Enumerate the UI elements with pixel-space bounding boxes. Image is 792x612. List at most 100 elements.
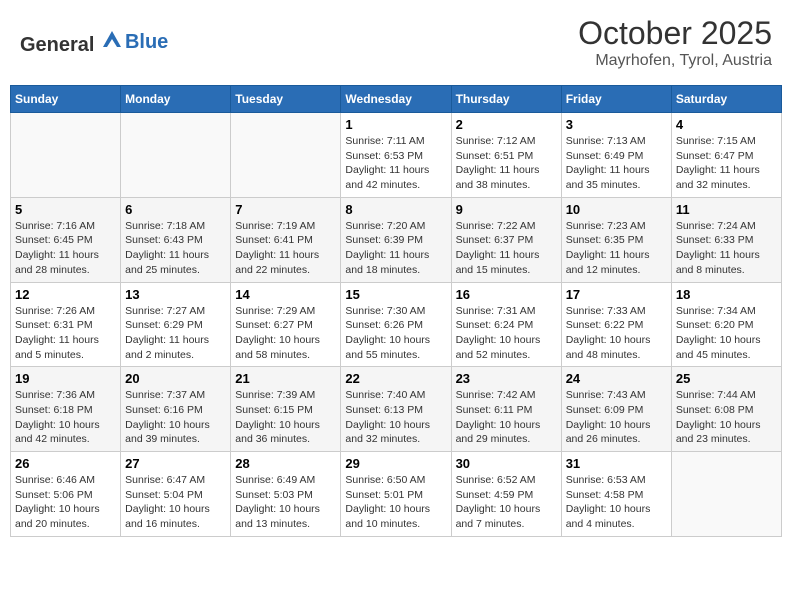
day-number: 14 xyxy=(235,287,336,302)
weekday-header-saturday: Saturday xyxy=(671,86,781,113)
day-info: Sunrise: 7:15 AMSunset: 6:47 PMDaylight:… xyxy=(676,134,777,193)
day-number: 1 xyxy=(345,117,446,132)
day-info: Sunrise: 7:22 AMSunset: 6:37 PMDaylight:… xyxy=(456,219,557,278)
day-info: Sunrise: 6:46 AMSunset: 5:06 PMDaylight:… xyxy=(15,473,116,532)
day-number: 8 xyxy=(345,202,446,217)
day-info: Sunrise: 7:19 AMSunset: 6:41 PMDaylight:… xyxy=(235,219,336,278)
calendar-cell: 6 Sunrise: 7:18 AMSunset: 6:43 PMDaylight… xyxy=(121,197,231,282)
weekday-header-sunday: Sunday xyxy=(11,86,121,113)
day-info: Sunrise: 7:20 AMSunset: 6:39 PMDaylight:… xyxy=(345,219,446,278)
calendar-cell: 1 Sunrise: 7:11 AMSunset: 6:53 PMDaylight… xyxy=(341,113,451,198)
day-number: 22 xyxy=(345,371,446,386)
day-number: 19 xyxy=(15,371,116,386)
day-info: Sunrise: 6:52 AMSunset: 4:59 PMDaylight:… xyxy=(456,473,557,532)
day-info: Sunrise: 7:26 AMSunset: 6:31 PMDaylight:… xyxy=(15,304,116,363)
day-number: 7 xyxy=(235,202,336,217)
day-number: 10 xyxy=(566,202,667,217)
day-number: 24 xyxy=(566,371,667,386)
day-number: 12 xyxy=(15,287,116,302)
calendar-cell: 24Sunrise: 7:43 AMSunset: 6:09 PMDayligh… xyxy=(561,367,671,452)
day-info: Sunrise: 7:33 AMSunset: 6:22 PMDaylight:… xyxy=(566,304,667,363)
calendar-week-row: 5Sunrise: 7:16 AMSunset: 6:45 PMDaylight… xyxy=(11,197,782,282)
calendar-week-row: 12 Sunrise: 7:26 AMSunset: 6:31 PMDayligh… xyxy=(11,282,782,367)
day-info: Sunrise: 6:47 AMSunset: 5:04 PMDaylight:… xyxy=(125,473,226,532)
calendar-cell: 11 Sunrise: 7:24 AMSunset: 6:33 PMDayligh… xyxy=(671,197,781,282)
day-info: Sunrise: 6:53 AMSunset: 4:58 PMDaylight:… xyxy=(566,473,667,532)
location-title: Mayrhofen, Tyrol, Austria xyxy=(578,52,772,70)
day-info: Sunrise: 7:37 AMSunset: 6:16 PMDaylight:… xyxy=(125,388,226,447)
day-info: Sunrise: 7:44 AMSunset: 6:08 PMDaylight:… xyxy=(676,388,777,447)
calendar-cell: 27 Sunrise: 6:47 AMSunset: 5:04 PMDayligh… xyxy=(121,452,231,537)
day-number: 9 xyxy=(456,202,557,217)
day-info: Sunrise: 7:12 AMSunset: 6:51 PMDaylight:… xyxy=(456,134,557,193)
calendar-cell xyxy=(671,452,781,537)
weekday-header-row: SundayMondayTuesdayWednesdayThursdayFrid… xyxy=(11,86,782,113)
day-info: Sunrise: 7:11 AMSunset: 6:53 PMDaylight:… xyxy=(345,134,446,193)
logo-text: General xyxy=(20,29,123,57)
day-info: Sunrise: 7:34 AMSunset: 6:20 PMDaylight:… xyxy=(676,304,777,363)
weekday-header-wednesday: Wednesday xyxy=(341,86,451,113)
weekday-header-tuesday: Tuesday xyxy=(231,86,341,113)
calendar-cell: 2 Sunrise: 7:12 AMSunset: 6:51 PMDaylight… xyxy=(451,113,561,198)
calendar-cell: 10Sunrise: 7:23 AMSunset: 6:35 PMDayligh… xyxy=(561,197,671,282)
calendar-week-row: 26 Sunrise: 6:46 AMSunset: 5:06 PMDayligh… xyxy=(11,452,782,537)
calendar-cell: 5Sunrise: 7:16 AMSunset: 6:45 PMDaylight… xyxy=(11,197,121,282)
day-number: 21 xyxy=(235,371,336,386)
month-title: October 2025 xyxy=(578,15,772,52)
day-info: Sunrise: 7:29 AMSunset: 6:27 PMDaylight:… xyxy=(235,304,336,363)
calendar-cell: 3 Sunrise: 7:13 AMSunset: 6:49 PMDaylight… xyxy=(561,113,671,198)
calendar-cell xyxy=(11,113,121,198)
day-info: Sunrise: 7:39 AMSunset: 6:15 PMDaylight:… xyxy=(235,388,336,447)
calendar-cell: 28 Sunrise: 6:49 AMSunset: 5:03 PMDayligh… xyxy=(231,452,341,537)
calendar-table: SundayMondayTuesdayWednesdayThursdayFrid… xyxy=(10,85,782,537)
calendar-cell: 17Sunrise: 7:33 AMSunset: 6:22 PMDayligh… xyxy=(561,282,671,367)
day-number: 27 xyxy=(125,456,226,471)
day-info: Sunrise: 7:30 AMSunset: 6:26 PMDaylight:… xyxy=(345,304,446,363)
day-number: 23 xyxy=(456,371,557,386)
calendar-cell: 9 Sunrise: 7:22 AMSunset: 6:37 PMDaylight… xyxy=(451,197,561,282)
day-number: 13 xyxy=(125,287,226,302)
calendar-week-row: 19Sunrise: 7:36 AMSunset: 6:18 PMDayligh… xyxy=(11,367,782,452)
day-info: Sunrise: 7:40 AMSunset: 6:13 PMDaylight:… xyxy=(345,388,446,447)
weekday-header-friday: Friday xyxy=(561,86,671,113)
day-number: 25 xyxy=(676,371,777,386)
day-info: Sunrise: 7:18 AMSunset: 6:43 PMDaylight:… xyxy=(125,219,226,278)
day-info: Sunrise: 6:50 AMSunset: 5:01 PMDaylight:… xyxy=(345,473,446,532)
day-number: 28 xyxy=(235,456,336,471)
calendar-cell: 21 Sunrise: 7:39 AMSunset: 6:15 PMDayligh… xyxy=(231,367,341,452)
day-info: Sunrise: 7:42 AMSunset: 6:11 PMDaylight:… xyxy=(456,388,557,447)
calendar-cell: 29 Sunrise: 6:50 AMSunset: 5:01 PMDayligh… xyxy=(341,452,451,537)
title-block: October 2025 Mayrhofen, Tyrol, Austria xyxy=(578,15,772,70)
day-info: Sunrise: 7:13 AMSunset: 6:49 PMDaylight:… xyxy=(566,134,667,193)
day-number: 11 xyxy=(676,202,777,217)
day-number: 29 xyxy=(345,456,446,471)
calendar-cell: 7 Sunrise: 7:19 AMSunset: 6:41 PMDaylight… xyxy=(231,197,341,282)
day-number: 20 xyxy=(125,371,226,386)
day-number: 2 xyxy=(456,117,557,132)
day-number: 30 xyxy=(456,456,557,471)
day-number: 16 xyxy=(456,287,557,302)
day-number: 6 xyxy=(125,202,226,217)
day-number: 18 xyxy=(676,287,777,302)
calendar-cell: 25 Sunrise: 7:44 AMSunset: 6:08 PMDayligh… xyxy=(671,367,781,452)
logo-icon xyxy=(101,29,123,51)
day-info: Sunrise: 7:24 AMSunset: 6:33 PMDaylight:… xyxy=(676,219,777,278)
calendar-cell: 22 Sunrise: 7:40 AMSunset: 6:13 PMDayligh… xyxy=(341,367,451,452)
calendar-cell: 26 Sunrise: 6:46 AMSunset: 5:06 PMDayligh… xyxy=(11,452,121,537)
day-number: 3 xyxy=(566,117,667,132)
day-info: Sunrise: 7:27 AMSunset: 6:29 PMDaylight:… xyxy=(125,304,226,363)
day-number: 26 xyxy=(15,456,116,471)
calendar-cell: 8 Sunrise: 7:20 AMSunset: 6:39 PMDaylight… xyxy=(341,197,451,282)
logo-general: General xyxy=(20,34,94,56)
calendar-cell: 14 Sunrise: 7:29 AMSunset: 6:27 PMDayligh… xyxy=(231,282,341,367)
day-info: Sunrise: 6:49 AMSunset: 5:03 PMDaylight:… xyxy=(235,473,336,532)
calendar-cell xyxy=(231,113,341,198)
weekday-header-monday: Monday xyxy=(121,86,231,113)
day-info: Sunrise: 7:31 AMSunset: 6:24 PMDaylight:… xyxy=(456,304,557,363)
calendar-cell: 20 Sunrise: 7:37 AMSunset: 6:16 PMDayligh… xyxy=(121,367,231,452)
calendar-cell: 4Sunrise: 7:15 AMSunset: 6:47 PMDaylight… xyxy=(671,113,781,198)
calendar-cell: 16 Sunrise: 7:31 AMSunset: 6:24 PMDayligh… xyxy=(451,282,561,367)
calendar-cell: 23 Sunrise: 7:42 AMSunset: 6:11 PMDayligh… xyxy=(451,367,561,452)
logo: General Blue xyxy=(20,29,168,57)
page-header: General Blue October 2025 Mayrhofen, Tyr… xyxy=(10,10,782,75)
